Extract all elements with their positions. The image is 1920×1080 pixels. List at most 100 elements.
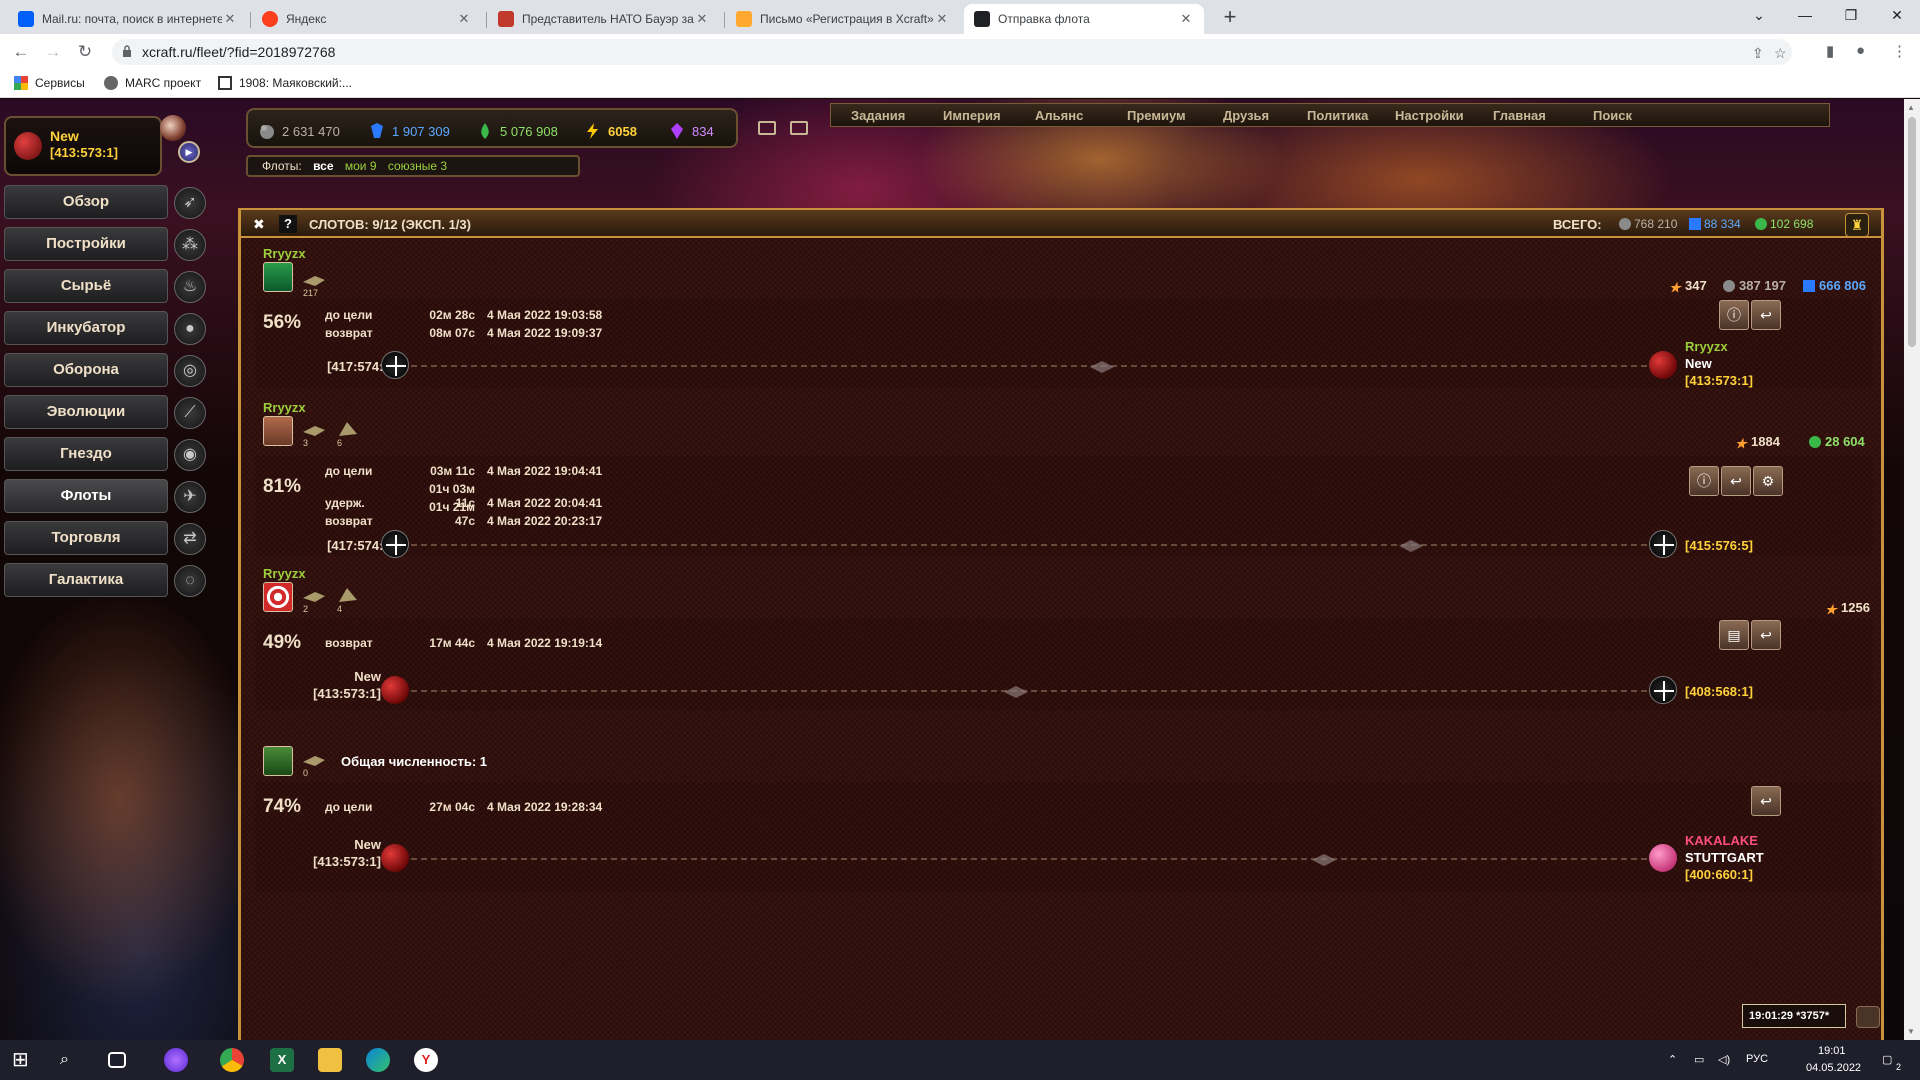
crystal-resource[interactable]: 1 907 309 xyxy=(368,122,450,140)
volume-icon[interactable]: ◁) xyxy=(1718,1053,1730,1066)
menu-label[interactable]: Эволюции xyxy=(4,395,168,429)
back-arrow-icon[interactable]: ← xyxy=(10,41,32,63)
egg-icon[interactable]: ● xyxy=(174,313,206,345)
nav-settings[interactable]: Настройки xyxy=(1395,108,1464,123)
menu-item-incubator[interactable]: Инкубатор ● xyxy=(0,307,210,347)
clock-time[interactable]: 19:01 xyxy=(1818,1045,1846,1057)
tray-chevron-icon[interactable]: ⌃ xyxy=(1668,1053,1677,1066)
reload-icon[interactable]: ↻ xyxy=(74,41,96,63)
nav-alliance[interactable]: Альянс xyxy=(1035,108,1083,123)
menu-item-galaxy[interactable]: Галактика ◌ xyxy=(0,559,210,599)
destination-planet-icon[interactable] xyxy=(1649,351,1677,379)
fleet-info-button[interactable]: ⓘ xyxy=(1719,300,1749,330)
menu-label[interactable]: Гнездо xyxy=(4,437,168,471)
menu-item-trade[interactable]: Торговля ⇄ xyxy=(0,517,210,557)
destination-planet-icon[interactable] xyxy=(1649,844,1677,872)
origin-planet-icon[interactable] xyxy=(381,676,409,704)
address-bar[interactable]: xcraft.ru/fleet/?fid=2018972768 ⇪ ☆ xyxy=(112,39,1792,65)
nest-icon[interactable]: ◉ xyxy=(174,439,206,471)
menu-item-overview[interactable]: Обзор ➶ xyxy=(0,181,210,221)
browser-tab-nato[interactable]: Представитель НАТО Бауэр зая ✕ xyxy=(488,4,720,34)
fleet-icon[interactable]: ✈ xyxy=(174,481,206,513)
close-tab-icon[interactable]: ✕ xyxy=(694,11,710,27)
fleet-return-button[interactable]: ↩ xyxy=(1751,300,1781,330)
fleet-filter-all[interactable]: все xyxy=(313,159,333,173)
sidepanel-icon[interactable]: ▮ xyxy=(1826,42,1834,60)
destination-coords[interactable]: [415:576:5] xyxy=(1685,538,1753,553)
clock-date[interactable]: 04.05.2022 xyxy=(1806,1062,1861,1074)
menu-item-buildings[interactable]: Постройки ⁂ xyxy=(0,223,210,263)
nav-politics[interactable]: Политика xyxy=(1307,108,1368,123)
bookmark-mayakovsky[interactable]: 1908: Маяковский:... xyxy=(218,76,352,90)
close-tab-icon[interactable]: ✕ xyxy=(934,11,950,27)
defense-icon[interactable]: ◎ xyxy=(174,355,206,387)
new-tab-button[interactable]: + xyxy=(1216,4,1244,30)
origin-info[interactable]: New [413:573:1] xyxy=(295,668,381,702)
menu-label[interactable]: Флоты xyxy=(4,479,168,513)
fleet-filter-allied[interactable]: союзные 3 xyxy=(388,159,447,173)
bookmark-services[interactable]: Сервисы xyxy=(14,76,85,90)
menu-item-defense[interactable]: Оборона ◎ xyxy=(0,349,210,389)
menu-item-evolutions[interactable]: Эволюции ⟋ xyxy=(0,391,210,431)
current-planet[interactable]: New [413:573:1] xyxy=(4,116,162,176)
fleet-settings-button[interactable]: ⚙ xyxy=(1753,466,1783,496)
browser-tab-mailru[interactable]: Mail.ru: почта, поиск в интернете ✕ xyxy=(8,4,248,34)
task-view-icon[interactable] xyxy=(108,1052,126,1068)
menu-item-nest[interactable]: Гнездо ◉ xyxy=(0,433,210,473)
origin-info[interactable]: New [413:573:1] xyxy=(295,836,381,870)
moon-icon[interactable] xyxy=(160,115,186,141)
share-icon[interactable]: ⇪ xyxy=(1752,45,1764,62)
windows-start-icon[interactable]: ⊞ xyxy=(12,1048,36,1072)
scroll-up-arrow-icon[interactable]: ▲ xyxy=(1907,103,1915,112)
menu-item-fleets[interactable]: Флоты ✈ xyxy=(0,475,210,515)
destination-target-icon[interactable] xyxy=(1649,530,1677,558)
evolution-icon[interactable]: ⟋ xyxy=(174,397,206,429)
mail-envelope-icon[interactable] xyxy=(790,121,808,135)
nav-search[interactable]: Поиск xyxy=(1593,108,1632,123)
search-icon[interactable]: ⌕ xyxy=(60,1048,84,1072)
alice-assistant-icon[interactable] xyxy=(164,1048,188,1072)
alliance-emblem-icon[interactable]: ♜ xyxy=(1845,213,1869,237)
chrome-icon[interactable] xyxy=(220,1048,244,1072)
restore-button[interactable]: ❐ xyxy=(1828,0,1874,30)
nav-home[interactable]: Главная xyxy=(1493,108,1546,123)
energy-resource[interactable]: 6058 xyxy=(584,122,637,140)
rocket-icon[interactable]: ➶ xyxy=(174,187,206,219)
fleet-return-button[interactable]: ↩ xyxy=(1751,786,1781,816)
bookmark-marc[interactable]: MARC проект xyxy=(104,76,201,90)
origin-coords[interactable]: [417:574:6] xyxy=(295,359,395,374)
menu-label[interactable]: Инкубатор xyxy=(4,311,168,345)
buildings-icon[interactable]: ⁂ xyxy=(174,229,206,261)
nav-empire[interactable]: Империя xyxy=(943,108,1001,123)
minimize-button[interactable]: — xyxy=(1782,0,1828,30)
destination-info[interactable]: KAKALAKE STUTTGART [400:660:1] xyxy=(1685,832,1764,883)
nav-premium[interactable]: Премиум xyxy=(1127,108,1186,123)
fleet-owner[interactable]: Rryyzx xyxy=(263,566,306,581)
chat-toggle-button[interactable] xyxy=(1856,1006,1880,1028)
file-explorer-icon[interactable] xyxy=(318,1048,342,1072)
chat-icon[interactable] xyxy=(758,121,776,135)
browser-tab-fleet[interactable]: Отправка флота ✕ xyxy=(964,4,1204,34)
destination-target-icon[interactable] xyxy=(1649,676,1677,704)
network-icon[interactable]: ▭ xyxy=(1694,1053,1704,1066)
language-indicator[interactable]: РУС xyxy=(1746,1053,1768,1065)
yandex-browser-icon[interactable]: Y xyxy=(414,1048,438,1072)
page-scrollbar[interactable]: ▲ ▼ xyxy=(1904,99,1920,1040)
close-window-button[interactable]: ✕ xyxy=(1874,0,1920,30)
menu-item-resources[interactable]: Сырьё ♨ xyxy=(0,265,210,305)
profile-avatar-icon[interactable]: ● xyxy=(1856,42,1865,59)
fleet-return-button[interactable]: ↩ xyxy=(1721,466,1751,496)
metal-resource[interactable]: 2 631 470 xyxy=(258,122,340,140)
menu-label[interactable]: Сырьё xyxy=(4,269,168,303)
close-tab-icon[interactable]: ✕ xyxy=(222,11,238,27)
nav-friends[interactable]: Друзья xyxy=(1223,108,1269,123)
premium-resource[interactable]: 834 xyxy=(668,122,714,140)
menu-label[interactable]: Обзор xyxy=(4,185,168,219)
deuterium-resource[interactable]: 5 076 908 xyxy=(476,122,558,140)
fleet-owner[interactable]: Rryyzx xyxy=(263,400,306,415)
help-button[interactable]: ? xyxy=(279,215,297,233)
galaxy-icon[interactable]: ◌ xyxy=(174,565,206,597)
forward-arrow-icon[interactable]: → xyxy=(42,41,64,63)
nav-quests[interactable]: Задания xyxy=(851,108,905,123)
menu-label[interactable]: Галактика xyxy=(4,563,168,597)
